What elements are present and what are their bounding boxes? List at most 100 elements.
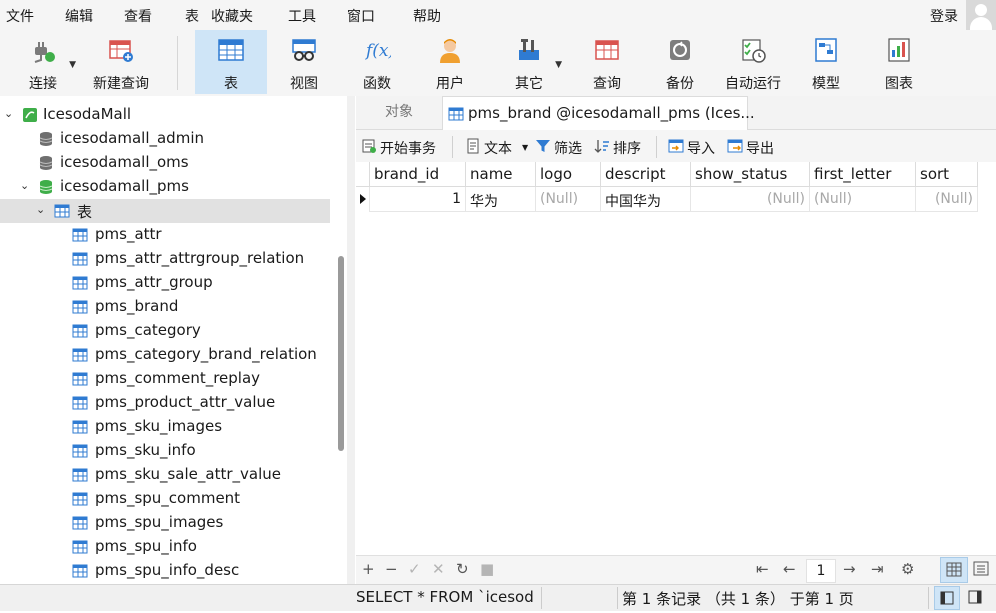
sidebar-scrollbar[interactable] <box>338 256 344 451</box>
automation-button[interactable]: 自动运行 <box>715 30 791 94</box>
column-header-logo[interactable]: logo <box>536 162 601 187</box>
column-header-brand_id[interactable]: brand_id <box>370 162 466 187</box>
query-icon <box>595 40 619 60</box>
tree-table-item[interactable]: pms_sku_sale_attr_value <box>0 463 330 487</box>
text-view-button[interactable]: 文本 <box>484 138 512 158</box>
form-view-button[interactable] <box>968 557 996 583</box>
menu-edit[interactable]: 编辑 <box>65 6 93 26</box>
stop-button[interactable]: ■ <box>480 560 494 578</box>
apply-changes-button[interactable]: ✓ <box>408 560 421 578</box>
database-icon <box>39 132 53 146</box>
tree-table-item[interactable]: pms_spu_info_desc <box>0 559 330 583</box>
current-row-indicator <box>356 187 370 212</box>
tree-table-item[interactable]: pms_product_attr_value <box>0 391 330 415</box>
chevron-down-icon[interactable]: ▼ <box>555 60 562 70</box>
tools-icon <box>519 39 539 60</box>
avatar[interactable] <box>966 0 996 30</box>
query-button[interactable]: 查询 <box>572 30 642 94</box>
toggle-left-panel-button[interactable] <box>934 586 960 610</box>
export-button[interactable]: 导出 <box>746 138 774 158</box>
table-icon <box>72 540 88 554</box>
connect-button[interactable]: 连接 ▼ <box>8 30 78 94</box>
gear-icon[interactable]: ⚙ <box>901 560 914 578</box>
user-icon <box>440 39 460 63</box>
table-cell[interactable]: (Null) <box>691 187 810 212</box>
backup-button[interactable]: 备份 <box>645 30 715 94</box>
tree-table-item[interactable]: pms_spu_comment <box>0 487 330 511</box>
table-cell[interactable]: (Null) <box>916 187 978 212</box>
column-header-sort[interactable]: sort <box>916 162 978 187</box>
tab-bar: 对象 pms_brand @icesodamall_pms (Ices... <box>356 96 996 130</box>
function-button[interactable]: f(x) 函数 <box>342 30 412 94</box>
add-record-button[interactable]: + <box>362 560 375 578</box>
tree-label: pms_category_brand_relation <box>95 345 317 363</box>
menu-view[interactable]: 查看 <box>124 6 152 26</box>
menu-help[interactable]: 帮助 <box>413 6 441 26</box>
chevron-down-icon[interactable]: ⌄ <box>36 203 45 216</box>
connection-icon <box>23 108 37 122</box>
column-header-descript[interactable]: descript <box>601 162 691 187</box>
tree-database-open[interactable]: ⌄ icesodamall_pms <box>0 175 330 199</box>
import-button[interactable]: 导入 <box>687 138 715 158</box>
chevron-down-icon[interactable]: ▼ <box>522 143 528 152</box>
tree-table-item[interactable]: pms_spu_info <box>0 535 330 559</box>
table-cell[interactable]: 华为 <box>466 187 536 212</box>
new-query-button[interactable]: 新建查询 <box>86 30 156 94</box>
column-header-first_letter[interactable]: first_letter <box>810 162 916 187</box>
tree-table-item[interactable]: pms_sku_info <box>0 439 330 463</box>
menu-window[interactable]: 窗口 <box>347 6 375 26</box>
chevron-down-icon[interactable]: ⌄ <box>20 179 29 192</box>
tree-table-item[interactable]: pms_category <box>0 319 330 343</box>
page-number-field[interactable]: 1 <box>806 559 836 583</box>
delete-record-button[interactable]: − <box>385 560 398 578</box>
filter-button[interactable]: 筛选 <box>554 138 582 158</box>
first-page-button[interactable]: ⇤ <box>756 560 769 578</box>
chevron-down-icon[interactable]: ▼ <box>69 60 76 70</box>
tree-table-item[interactable]: pms_spu_images <box>0 511 330 535</box>
panel-splitter[interactable] <box>347 96 355 584</box>
connection-tree: ⌄ IcesodaMall icesodamall_admin icesodam… <box>0 96 345 584</box>
chevron-down-icon[interactable]: ⌄ <box>4 107 13 120</box>
last-page-button[interactable]: ⇥ <box>871 560 884 578</box>
chart-button[interactable]: 图表 <box>864 30 934 94</box>
model-button[interactable]: 模型 <box>791 30 861 94</box>
tree-table-item[interactable]: pms_attr <box>0 223 330 247</box>
tree-table-item[interactable]: pms_category_brand_relation <box>0 343 330 367</box>
tab-objects[interactable]: 对象 <box>356 96 442 129</box>
user-button[interactable]: 用户 <box>415 30 485 94</box>
next-page-button[interactable]: → <box>843 560 856 578</box>
view-button[interactable]: 视图 <box>269 30 339 94</box>
tree-table-item[interactable]: pms_brand <box>0 295 330 319</box>
menu-file[interactable]: 文件 <box>6 6 34 26</box>
table-cell[interactable]: 1 <box>370 187 466 212</box>
tree-database[interactable]: icesodamall_admin <box>0 127 330 151</box>
begin-transaction-button[interactable]: 开始事务 <box>380 138 436 158</box>
menu-favorites[interactable]: 收藏夹 <box>211 6 253 26</box>
login-link[interactable]: 登录 <box>930 6 958 26</box>
prev-page-button[interactable]: ← <box>783 560 796 578</box>
tree-label: pms_product_attr_value <box>95 393 276 411</box>
table-cell[interactable]: (Null) <box>810 187 916 212</box>
toggle-right-panel-button[interactable] <box>963 586 989 610</box>
tree-table-item[interactable]: pms_attr_attrgroup_relation <box>0 247 330 271</box>
discard-changes-button[interactable]: ✕ <box>432 560 445 578</box>
column-header-show_status[interactable]: show_status <box>691 162 810 187</box>
tree-table-item[interactable]: pms_attr_group <box>0 271 330 295</box>
tree-table-item[interactable]: pms_comment_replay <box>0 367 330 391</box>
menu-table[interactable]: 表 <box>185 6 199 26</box>
table-button[interactable]: 表 <box>195 30 267 94</box>
column-header-name[interactable]: name <box>466 162 536 187</box>
tree-label: pms_spu_info_desc <box>95 561 240 579</box>
tab-pms-brand[interactable]: pms_brand @icesodamall_pms (Ices... <box>442 96 755 130</box>
sort-button[interactable]: 排序 <box>613 138 641 158</box>
table-cell[interactable]: 中国华为 <box>601 187 691 212</box>
tree-table-item[interactable]: pms_sku_images <box>0 415 330 439</box>
tree-connection[interactable]: ⌄ IcesodaMall <box>0 103 330 127</box>
menu-tools[interactable]: 工具 <box>288 6 316 26</box>
tree-tables-folder[interactable]: ⌄ 表 <box>0 199 330 223</box>
table-cell[interactable]: (Null) <box>536 187 601 212</box>
tree-database[interactable]: icesodamall_oms <box>0 151 330 175</box>
other-button[interactable]: 其它 ▼ <box>494 30 564 94</box>
grid-view-button[interactable] <box>940 557 968 583</box>
refresh-button[interactable]: ↻ <box>456 560 469 578</box>
